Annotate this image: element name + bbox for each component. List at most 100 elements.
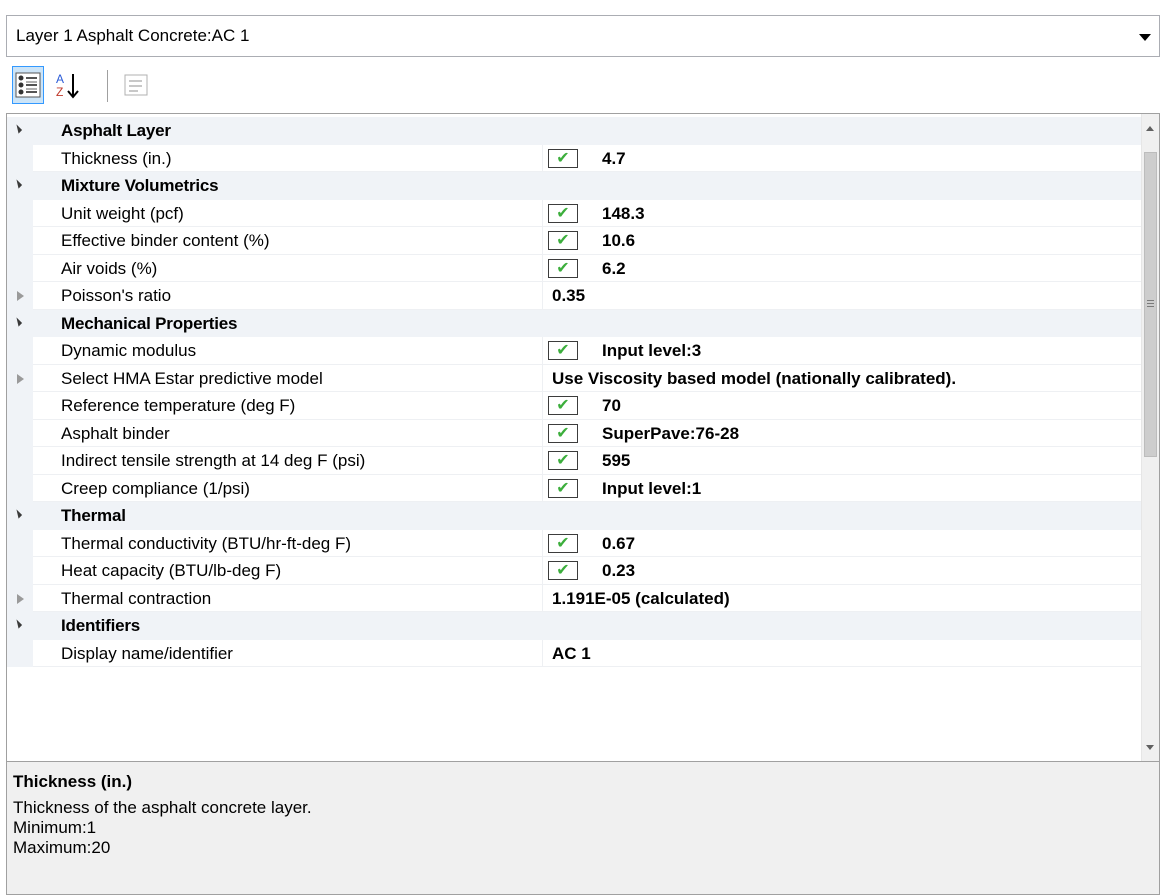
scrollbar-thumb[interactable] bbox=[1144, 152, 1157, 457]
checkmark-icon[interactable]: ✔ bbox=[548, 561, 578, 580]
checkmark-icon[interactable]: ✔ bbox=[548, 396, 578, 415]
property-row[interactable]: Indirect tensile strength at 14 deg F (p… bbox=[7, 447, 1141, 475]
column-divider bbox=[542, 227, 543, 255]
property-value[interactable]: 595 bbox=[602, 451, 630, 471]
property-value[interactable]: 6.2 bbox=[602, 259, 626, 279]
checkmark-icon[interactable]: ✔ bbox=[548, 148, 578, 168]
property-value[interactable]: 0.67 bbox=[602, 534, 635, 554]
property-value[interactable]: Use Viscosity based model (nationally ca… bbox=[552, 369, 956, 389]
vertical-scrollbar[interactable] bbox=[1141, 114, 1159, 761]
property-value[interactable]: AC 1 bbox=[552, 644, 591, 664]
scroll-down-icon[interactable] bbox=[1146, 745, 1154, 750]
sort-alpha-icon: A Z bbox=[56, 72, 79, 99]
property-row[interactable]: Thermal conductivity (BTU/hr-ft-deg F) ✔ 0… bbox=[7, 529, 1141, 557]
help-title: Thickness (in.) bbox=[13, 772, 133, 791]
property-grid-toolbar: A Z bbox=[6, 60, 1160, 112]
property-value[interactable]: 4.7 bbox=[602, 149, 626, 169]
property-row[interactable]: Display name/identifier AC 1 bbox=[7, 639, 1141, 667]
row-gutter bbox=[7, 199, 33, 227]
alphabetical-view-button[interactable]: A Z bbox=[54, 66, 86, 104]
grip-line bbox=[1147, 303, 1154, 304]
property-row[interactable]: Thermal contraction 1.191E-05 (calculated… bbox=[7, 584, 1141, 612]
checkmark-icon[interactable]: ✔ bbox=[548, 423, 578, 443]
property-value[interactable]: 0.23 bbox=[602, 561, 635, 581]
checkmark-icon[interactable]: ✔ bbox=[548, 451, 578, 470]
property-label: Poisson's ratio bbox=[61, 286, 172, 305]
row-gutter bbox=[7, 254, 33, 282]
column-divider bbox=[542, 529, 543, 557]
column-divider bbox=[542, 282, 543, 310]
property-value[interactable]: 0.35 bbox=[552, 286, 585, 306]
property-label: Air voids (%) bbox=[61, 258, 158, 278]
property-grid-window: Layer 1 Asphalt Concrete:AC 1 A Z Asphal… bbox=[0, 0, 1165, 895]
scroll-up-icon[interactable] bbox=[1146, 126, 1154, 131]
row-gutter bbox=[7, 419, 33, 447]
property-label: Creep compliance (1/psi) bbox=[61, 478, 250, 498]
property-label: Thermal conductivity (BTU/hr-ft-deg F) bbox=[61, 533, 352, 553]
row-gutter bbox=[7, 337, 33, 365]
categorized-icon bbox=[15, 72, 41, 98]
category-label: Identifiers bbox=[61, 616, 141, 635]
expand-triangle-icon[interactable] bbox=[17, 373, 24, 384]
property-value[interactable]: 148.3 bbox=[602, 204, 645, 224]
expand-triangle-icon[interactable] bbox=[17, 593, 24, 604]
property-label: Thermal contraction bbox=[61, 588, 212, 608]
svg-text:A: A bbox=[56, 72, 64, 86]
checkmark-icon[interactable]: ✔ bbox=[548, 533, 578, 553]
property-value[interactable]: Input level:1 bbox=[602, 479, 701, 499]
row-gutter bbox=[7, 144, 33, 172]
property-label: Effective binder content (%) bbox=[61, 231, 270, 250]
category-label: Mechanical Properties bbox=[61, 313, 238, 333]
grip-line bbox=[1147, 306, 1154, 307]
property-label: Display name/identifier bbox=[61, 643, 233, 663]
property-row[interactable]: Heat capacity (BTU/lb-deg F) ✔ 0.23 bbox=[7, 557, 1141, 585]
category-row[interactable]: Identifiers bbox=[7, 612, 1141, 640]
property-value[interactable]: Input level:3 bbox=[602, 341, 701, 361]
property-label: Thickness (in.) bbox=[61, 148, 172, 168]
property-pages-icon bbox=[124, 74, 148, 96]
property-value[interactable]: 1.191E-05 (calculated) bbox=[552, 589, 730, 609]
chevron-down-icon[interactable] bbox=[1139, 34, 1151, 41]
property-row[interactable]: Thickness (in.) ✔ 4.7 bbox=[7, 144, 1141, 172]
property-row[interactable]: Reference temperature (deg F) ✔ 70 bbox=[7, 392, 1141, 420]
property-value[interactable]: 10.6 bbox=[602, 231, 635, 251]
svg-text:Z: Z bbox=[56, 85, 63, 99]
property-value[interactable]: SuperPave:76-28 bbox=[602, 424, 739, 444]
row-gutter bbox=[7, 474, 33, 502]
property-label: Dynamic modulus bbox=[61, 341, 197, 360]
column-divider bbox=[542, 419, 543, 447]
layer-selector-dropdown[interactable]: Layer 1 Asphalt Concrete:AC 1 bbox=[6, 15, 1160, 57]
expand-triangle-icon[interactable] bbox=[17, 291, 24, 301]
column-divider bbox=[542, 639, 543, 667]
row-gutter bbox=[7, 447, 33, 475]
checkmark-icon[interactable]: ✔ bbox=[548, 341, 578, 360]
property-row[interactable]: Asphalt binder ✔ SuperPave:76-28 bbox=[7, 419, 1141, 447]
property-row[interactable]: Select HMA Estar predictive model Use Vis… bbox=[7, 364, 1141, 392]
checkmark-icon[interactable]: ✔ bbox=[548, 231, 578, 250]
property-pages-button[interactable] bbox=[120, 66, 152, 104]
column-divider bbox=[542, 474, 543, 502]
category-row[interactable]: Thermal bbox=[7, 502, 1141, 530]
row-gutter bbox=[7, 529, 33, 557]
row-gutter bbox=[7, 557, 33, 585]
property-label: Indirect tensile strength at 14 deg F (p… bbox=[61, 451, 366, 470]
property-row[interactable]: Effective binder content (%) ✔ 10.6 bbox=[7, 227, 1141, 255]
property-row[interactable]: Air voids (%) ✔ 6.2 bbox=[7, 254, 1141, 282]
categorized-view-button[interactable] bbox=[12, 66, 44, 104]
help-description: Thickness of the asphalt concrete layer. bbox=[13, 798, 312, 817]
category-row[interactable]: Asphalt Layer bbox=[7, 117, 1141, 145]
property-row[interactable]: Dynamic modulus ✔ Input level:3 bbox=[7, 337, 1141, 365]
checkmark-icon[interactable]: ✔ bbox=[548, 478, 578, 498]
property-row[interactable]: Unit weight (pcf) ✔ 148.3 bbox=[7, 199, 1141, 227]
help-maximum: Maximum:20 bbox=[13, 838, 111, 857]
category-row[interactable]: Mixture Volumetrics bbox=[7, 172, 1141, 200]
column-divider bbox=[542, 447, 543, 475]
property-value[interactable]: 70 bbox=[602, 396, 621, 416]
property-row[interactable]: Creep compliance (1/psi) ✔ Input level:1 bbox=[7, 474, 1141, 502]
property-row[interactable]: Poisson's ratio 0.35 bbox=[7, 282, 1141, 310]
category-row[interactable]: Mechanical Properties bbox=[7, 309, 1141, 337]
checkmark-icon[interactable]: ✔ bbox=[548, 258, 578, 278]
column-divider bbox=[542, 337, 543, 365]
column-divider bbox=[542, 364, 543, 392]
checkmark-icon[interactable]: ✔ bbox=[548, 203, 578, 223]
